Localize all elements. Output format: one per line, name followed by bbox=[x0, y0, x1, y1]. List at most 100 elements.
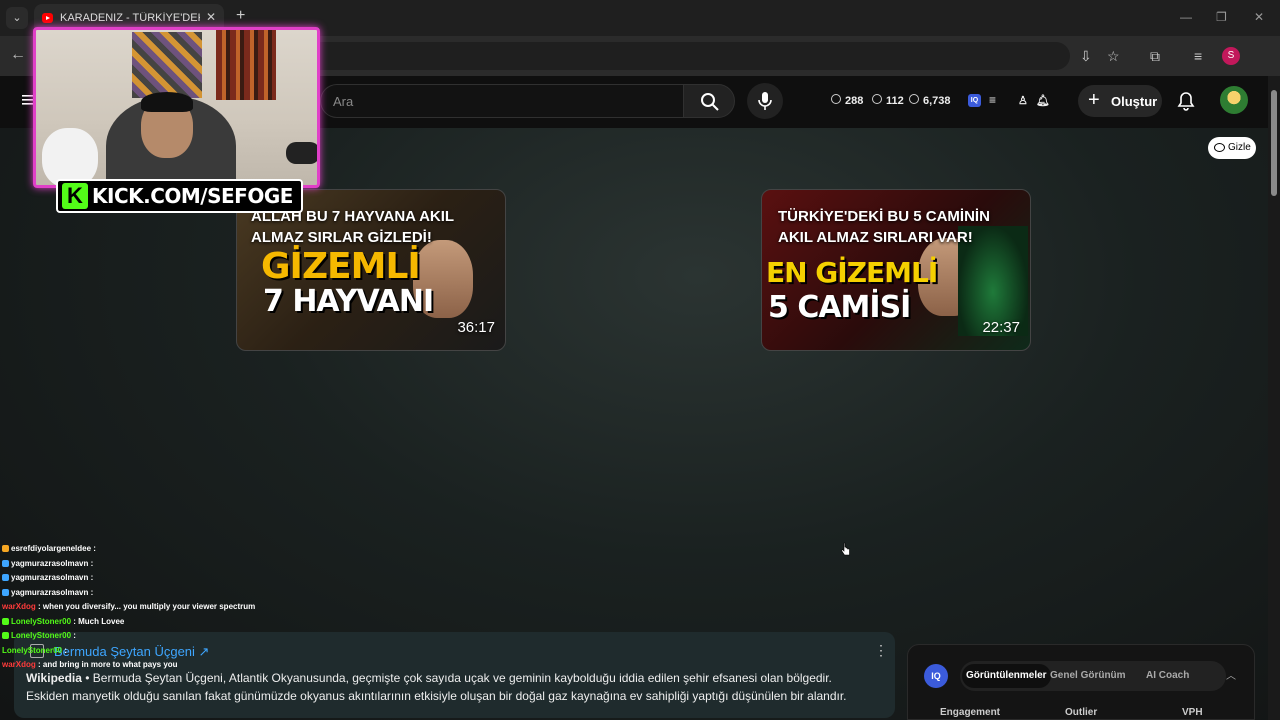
clock-icon bbox=[831, 94, 841, 104]
new-tab-icon[interactable]: + bbox=[236, 7, 245, 25]
chat-separator: : bbox=[88, 573, 94, 582]
tab-ai-coach[interactable]: AI Coach bbox=[1146, 670, 1189, 681]
vidiq-logo-icon[interactable]: IQ bbox=[924, 664, 948, 688]
video-duration: 36:17 bbox=[457, 319, 495, 336]
list-icon[interactable]: ≡ bbox=[989, 93, 996, 107]
video-title-overlay: TÜRKİYE'DEKİ BU 5 CAMİNİN AKIL ALMAZ SIR… bbox=[778, 208, 990, 246]
chat-username[interactable]: LonelyStoner00 bbox=[11, 617, 71, 626]
chat-badge-icon bbox=[2, 574, 9, 581]
stat-value-2: 112 bbox=[886, 95, 904, 107]
analytics-panel: IQ Görüntülenmeler Genel Görünüm AI Coac… bbox=[907, 644, 1255, 720]
chat-username[interactable]: yagmurazrasolmavn bbox=[11, 573, 88, 582]
screen: ⌄ KARADENIZ - TÜRKİYE'DEKİ BE ✕ + — ❐ ✕ … bbox=[0, 0, 1280, 720]
microphone bbox=[286, 142, 317, 164]
mouse-cursor-icon bbox=[841, 542, 850, 556]
analytics-tabs: Görüntülenmeler Genel Görünüm AI Coach bbox=[960, 661, 1226, 691]
column-outlier: Outlier bbox=[1065, 707, 1098, 718]
tab-search-button[interactable]: ⌄ bbox=[6, 7, 28, 29]
tab-overview[interactable]: Genel Görünüm bbox=[1050, 670, 1126, 681]
views-eye-icon bbox=[909, 94, 919, 104]
chat-message: warXdog : when you diversify... you mult… bbox=[0, 602, 360, 617]
kick-logo-icon: K bbox=[62, 183, 88, 209]
chat-badge-icon bbox=[2, 559, 9, 567]
column-engagement: Engagement bbox=[940, 707, 1001, 718]
chat-message: yagmurazrasolmavn : bbox=[0, 573, 360, 588]
webcam-overlay bbox=[33, 27, 320, 188]
streamer-hair bbox=[141, 92, 193, 112]
tab-views[interactable]: Görüntülenmeler bbox=[962, 664, 1051, 688]
install-app-icon[interactable]: ⇩ bbox=[1080, 48, 1092, 65]
chat-text: when you diversify... you multiply your … bbox=[42, 602, 256, 611]
tab-close-icon[interactable]: ✕ bbox=[206, 10, 216, 24]
trophy-icon[interactable]: ♙ bbox=[1018, 94, 1028, 107]
create-button[interactable]: + Oluştur bbox=[1078, 85, 1162, 117]
plus-icon: + bbox=[1088, 89, 1100, 111]
create-label: Oluştur bbox=[1111, 94, 1158, 109]
stat-value-3: 6,738 bbox=[923, 95, 951, 107]
channel-avatar[interactable] bbox=[1220, 86, 1248, 114]
hide-button[interactable]: Gizle bbox=[1208, 137, 1256, 159]
voice-search-button[interactable] bbox=[747, 83, 783, 119]
kick-banner: K KICK.COM/SEFOGE bbox=[56, 179, 303, 213]
chat-username[interactable]: LonelyStoner00 bbox=[2, 646, 62, 655]
wall-rug bbox=[216, 30, 276, 100]
eye-slash-icon bbox=[1214, 143, 1225, 152]
video-thumbnail-1[interactable]: GİZEMLİ 7 HAYVANI ALLAH BU 7 HAYVANA AKI… bbox=[236, 189, 506, 351]
chat-message: warXdog : and bring in more to what pays… bbox=[0, 660, 360, 675]
address-bar[interactable] bbox=[290, 42, 1070, 70]
chevron-up-icon[interactable]: ︿ bbox=[1226, 667, 1236, 682]
search-input[interactable]: Ara bbox=[320, 84, 684, 118]
chat-separator: : bbox=[88, 587, 94, 597]
video-thumbnail-2[interactable]: EN GİZEMLİ 5 CAMİSİ TÜRKİYE'DEKİ BU 5 CA… bbox=[761, 189, 1031, 351]
chat-username[interactable]: yagmurazrasolmavn bbox=[11, 588, 88, 597]
wall-posters bbox=[132, 32, 202, 98]
back-arrow-icon[interactable]: ← bbox=[10, 46, 26, 64]
chat-separator: : bbox=[35, 660, 43, 669]
browser-profile-avatar[interactable]: S bbox=[1222, 47, 1240, 65]
page-scrollbar[interactable] bbox=[1268, 76, 1280, 720]
thumb-big-text-1: GİZEMLİ bbox=[261, 246, 421, 287]
close-window-icon[interactable]: ✕ bbox=[1254, 10, 1264, 24]
chat-message: LonelyStoner00 : bbox=[0, 646, 360, 661]
restore-icon[interactable]: ❐ bbox=[1216, 10, 1227, 24]
vidiq-icon[interactable]: IQ bbox=[968, 94, 981, 107]
kick-url: KICK.COM/SEFOGE bbox=[92, 184, 293, 208]
chat-username[interactable]: LonelyStoner00 bbox=[11, 631, 71, 640]
thumb-big-text-2: 5 CAMİSİ bbox=[768, 290, 911, 325]
chat-badge-icon bbox=[2, 617, 9, 625]
small-bell-icon[interactable]: 🔔︎ bbox=[1036, 94, 1050, 107]
extensions-icon[interactable]: ⧉ bbox=[1150, 48, 1160, 65]
thumb-big-text-1: EN GİZEMLİ bbox=[766, 256, 938, 289]
minimize-icon[interactable]: — bbox=[1180, 10, 1192, 24]
thumb-big-text-2: 7 HAYVANI bbox=[263, 284, 434, 319]
chat-separator: : bbox=[62, 645, 67, 655]
tab-title: KARADENIZ - TÜRKİYE'DEKİ BE bbox=[60, 12, 200, 24]
bookmark-star-icon[interactable]: ☆ bbox=[1107, 48, 1120, 65]
notifications-bell-icon[interactable] bbox=[1176, 91, 1196, 111]
chat-message: LonelyStoner00 : Much Lovee bbox=[0, 617, 360, 632]
search-icon bbox=[701, 93, 719, 111]
chat-badge-icon bbox=[2, 545, 9, 552]
chat-username[interactable]: warXdog bbox=[2, 660, 36, 669]
video-duration: 22:37 bbox=[982, 319, 1020, 336]
more-options-icon[interactable]: ⋮ bbox=[874, 642, 888, 659]
chat-separator: : bbox=[91, 544, 96, 553]
scrollbar-thumb[interactable] bbox=[1271, 90, 1277, 196]
search-placeholder: Ara bbox=[333, 94, 354, 109]
chat-message: yagmurazrasolmavn : bbox=[0, 588, 360, 603]
viewers-icon bbox=[872, 94, 882, 104]
chat-username[interactable]: warXdog bbox=[2, 602, 36, 611]
chat-badge-icon bbox=[2, 632, 9, 639]
column-vph: VPH bbox=[1182, 707, 1203, 718]
chat-username[interactable]: yagmurazrasolmavn bbox=[11, 559, 88, 568]
reading-list-icon[interactable]: ≡ bbox=[1194, 48, 1202, 64]
chat-badge-icon bbox=[2, 588, 9, 596]
chat-separator: : bbox=[88, 558, 94, 568]
chat-overlay: esrefdiyolargeneldee : yagmurazrasolmavn… bbox=[0, 544, 360, 678]
chat-message: yagmurazrasolmavn : bbox=[0, 559, 360, 574]
chat-message: esrefdiyolargeneldee : bbox=[0, 544, 360, 559]
youtube-favicon-icon bbox=[42, 13, 53, 23]
search-button[interactable] bbox=[683, 84, 735, 118]
chat-separator: : bbox=[71, 631, 76, 640]
chat-username[interactable]: esrefdiyolargeneldee bbox=[11, 544, 91, 553]
